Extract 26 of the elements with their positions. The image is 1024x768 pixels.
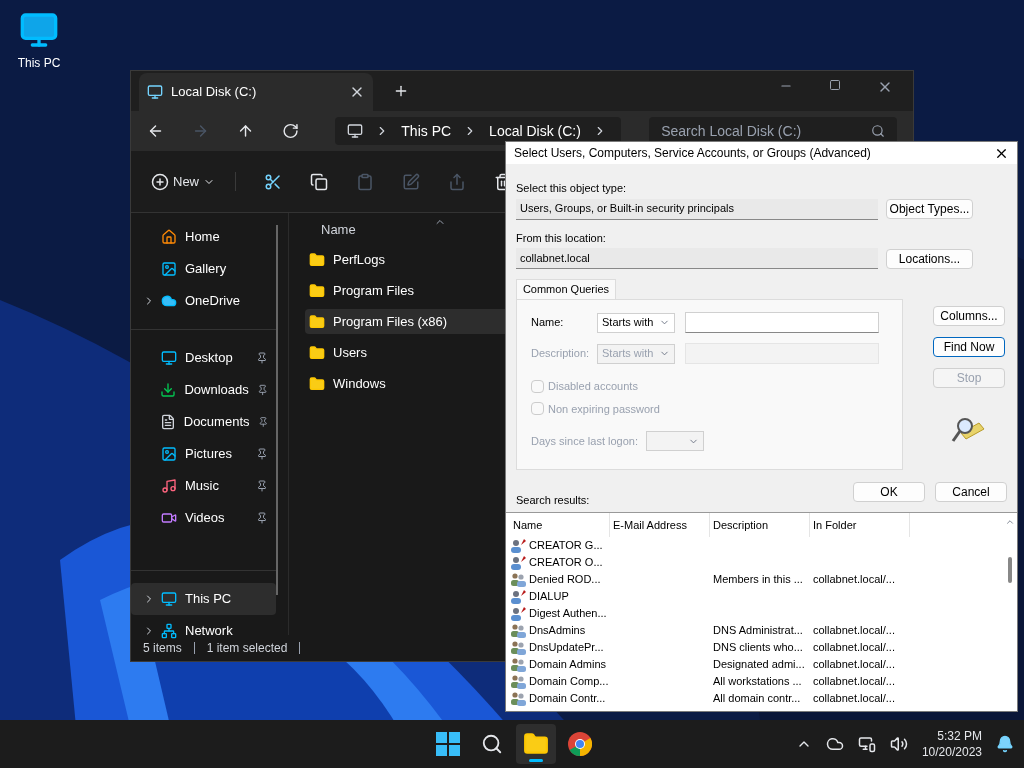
checkbox-label: Non expiring password (548, 401, 660, 417)
table-cell: collabnet.local/... (813, 641, 895, 654)
table-cell: All workstations ... (713, 675, 802, 688)
table-cell: Designated admi... (713, 658, 805, 671)
table-cell: collabnet.local/... (813, 692, 895, 705)
field-label: Select this object type: (516, 181, 628, 196)
field-label: From this location: (516, 230, 607, 246)
readonly-field: collabnet.local (516, 248, 878, 269)
table-cell: Members in this ... (713, 573, 803, 586)
field-label: Name: (531, 315, 565, 331)
status-text: 5 items (143, 640, 182, 657)
status-text: 1 item selected (206, 640, 288, 657)
table-cell: collabnet.local/... (813, 675, 895, 688)
table-cell: DNS clients who... (713, 641, 803, 654)
field-label: Days since last logon: (531, 433, 638, 449)
field-label: Description: (531, 346, 591, 362)
table-cell: collabnet.local/... (813, 658, 895, 671)
dialog-title: Select Users, Computers, Service Accounts, or Groups (Advanced) (514, 145, 872, 162)
table-cell: DNS Administrat... (713, 624, 803, 637)
results-label: Search results: (516, 492, 591, 508)
readonly-field: Users, Groups, or Built-in security principals (516, 198, 878, 220)
table-cell: collabnet.local/... (813, 573, 895, 586)
checkbox-label: Disabled accounts (548, 379, 638, 394)
table-cell: collabnet.local/... (813, 624, 895, 637)
tab-title: Local Disk (C:) (171, 83, 258, 102)
table-cell: All domain contr... (713, 692, 801, 705)
